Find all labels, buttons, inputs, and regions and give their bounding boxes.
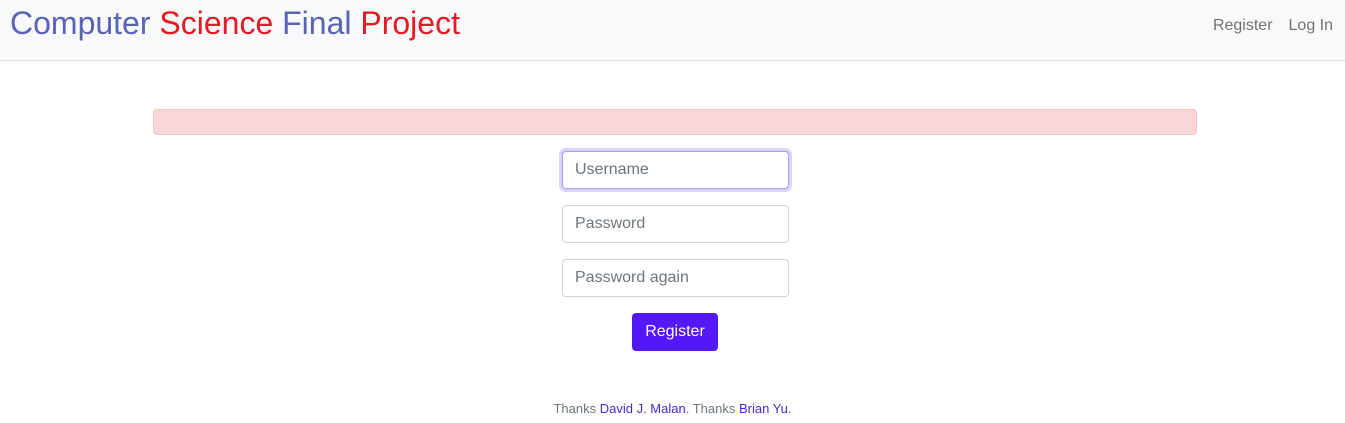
password-again-input[interactable]: [562, 259, 789, 297]
register-button[interactable]: Register: [632, 313, 718, 351]
password-input[interactable]: [562, 205, 789, 243]
error-alert: [153, 109, 1197, 135]
footer-thanks-1: Thanks: [553, 401, 597, 416]
navbar: Computer Science Final Project Register …: [0, 0, 1345, 61]
footer-period-1: .: [685, 401, 690, 416]
brand-word-science: Science: [159, 5, 274, 41]
brand-word-computer: Computer: [10, 5, 151, 41]
footer: Thanks David J. Malan. Thanks Brian Yu.: [0, 400, 1345, 417]
nav-register-link[interactable]: Register: [1213, 16, 1273, 36]
footer-period-2: .: [787, 401, 792, 416]
footer-thanks-2: Thanks: [692, 401, 736, 416]
footer-link-malan[interactable]: David J. Malan: [600, 401, 686, 416]
username-input[interactable]: [562, 151, 789, 189]
brand-word-project: Project: [360, 5, 460, 41]
footer-link-yu[interactable]: Brian Yu: [739, 401, 788, 416]
nav-links: Register Log In: [1213, 16, 1333, 36]
nav-login-link[interactable]: Log In: [1289, 16, 1333, 36]
brand-link[interactable]: Computer Science Final Project: [10, 4, 460, 42]
brand-word-final: Final: [282, 5, 352, 41]
